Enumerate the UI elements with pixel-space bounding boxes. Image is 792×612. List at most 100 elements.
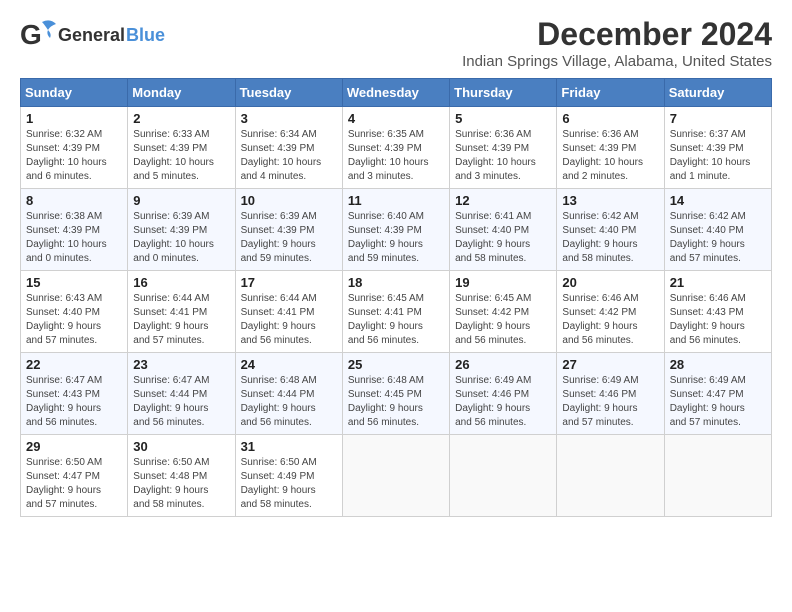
day-info: Sunrise: 6:40 AM Sunset: 4:39 PM Dayligh…: [348, 210, 444, 266]
day-info: Sunrise: 6:39 AM Sunset: 4:39 PM Dayligh…: [133, 210, 229, 266]
column-header-wednesday: Wednesday: [342, 79, 449, 107]
calendar-cell: 27 Sunrise: 6:49 AM Sunset: 4:46 PM Dayli…: [557, 353, 664, 435]
day-info: Sunrise: 6:43 AM Sunset: 4:40 PM Dayligh…: [26, 292, 122, 348]
day-number: 19: [455, 275, 551, 290]
day-info: Sunrise: 6:47 AM Sunset: 4:44 PM Dayligh…: [133, 374, 229, 430]
calendar-cell: 1Sunrise: 6:32 AM Sunset: 4:39 PM Daylig…: [21, 107, 128, 189]
day-info: Sunrise: 6:50 AM Sunset: 4:47 PM Dayligh…: [26, 456, 122, 512]
day-info: Sunrise: 6:50 AM Sunset: 4:48 PM Dayligh…: [133, 456, 229, 512]
calendar-cell: 26 Sunrise: 6:49 AM Sunset: 4:46 PM Dayli…: [450, 353, 557, 435]
day-info: Sunrise: 6:47 AM Sunset: 4:43 PM Dayligh…: [26, 374, 122, 430]
week-row-5: 29 Sunrise: 6:50 AM Sunset: 4:47 PM Dayli…: [21, 435, 772, 517]
day-info: Sunrise: 6:46 AM Sunset: 4:42 PM Dayligh…: [562, 292, 658, 348]
day-number: 28: [670, 357, 766, 372]
calendar-cell: 30Sunrise: 6:50 AM Sunset: 4:48 PM Dayli…: [128, 435, 235, 517]
calendar-cell: 31 Sunrise: 6:50 AM Sunset: 4:49 PM Dayli…: [235, 435, 342, 517]
logo-text-general: General: [58, 25, 125, 46]
day-number: 16: [133, 275, 229, 290]
day-info: Sunrise: 6:42 AM Sunset: 4:40 PM Dayligh…: [670, 210, 766, 266]
day-info: Sunrise: 6:48 AM Sunset: 4:44 PM Dayligh…: [241, 374, 337, 430]
logo: G General Blue: [20, 16, 165, 54]
day-number: 6: [562, 111, 658, 126]
day-number: 22: [26, 357, 122, 372]
day-number: 10: [241, 193, 337, 208]
day-info: Sunrise: 6:34 AM Sunset: 4:39 PM Dayligh…: [241, 128, 337, 184]
svg-text:G: G: [20, 19, 42, 50]
calendar-cell: 14Sunrise: 6:42 AM Sunset: 4:40 PM Dayli…: [664, 189, 771, 271]
day-number: 31: [241, 439, 337, 454]
day-number: 20: [562, 275, 658, 290]
calendar-cell: 21 Sunrise: 6:46 AM Sunset: 4:43 PM Dayli…: [664, 271, 771, 353]
day-number: 25: [348, 357, 444, 372]
calendar-cell: [664, 435, 771, 517]
column-header-thursday: Thursday: [450, 79, 557, 107]
column-header-saturday: Saturday: [664, 79, 771, 107]
calendar-cell: 17 Sunrise: 6:44 AM Sunset: 4:41 PM Dayli…: [235, 271, 342, 353]
calendar-cell: 11 Sunrise: 6:40 AM Sunset: 4:39 PM Dayli…: [342, 189, 449, 271]
day-info: Sunrise: 6:38 AM Sunset: 4:39 PM Dayligh…: [26, 210, 122, 266]
day-info: Sunrise: 6:44 AM Sunset: 4:41 PM Dayligh…: [133, 292, 229, 348]
calendar-cell: 9 Sunrise: 6:39 AM Sunset: 4:39 PM Daylig…: [128, 189, 235, 271]
day-info: Sunrise: 6:36 AM Sunset: 4:39 PM Dayligh…: [562, 128, 658, 184]
day-number: 29: [26, 439, 122, 454]
day-info: Sunrise: 6:49 AM Sunset: 4:46 PM Dayligh…: [455, 374, 551, 430]
day-number: 13: [562, 193, 658, 208]
day-number: 27: [562, 357, 658, 372]
calendar-cell: 29 Sunrise: 6:50 AM Sunset: 4:47 PM Dayli…: [21, 435, 128, 517]
calendar-cell: 22 Sunrise: 6:47 AM Sunset: 4:43 PM Dayli…: [21, 353, 128, 435]
day-number: 18: [348, 275, 444, 290]
column-header-sunday: Sunday: [21, 79, 128, 107]
calendar-cell: 13 Sunrise: 6:42 AM Sunset: 4:40 PM Dayli…: [557, 189, 664, 271]
calendar-cell: 28 Sunrise: 6:49 AM Sunset: 4:47 PM Dayli…: [664, 353, 771, 435]
logo-icon: G: [20, 16, 58, 54]
calendar-cell: 20 Sunrise: 6:46 AM Sunset: 4:42 PM Dayli…: [557, 271, 664, 353]
calendar-cell: 18 Sunrise: 6:45 AM Sunset: 4:41 PM Dayli…: [342, 271, 449, 353]
calendar-cell: 15Sunrise: 6:43 AM Sunset: 4:40 PM Dayli…: [21, 271, 128, 353]
day-number: 11: [348, 193, 444, 208]
column-header-monday: Monday: [128, 79, 235, 107]
header: G General Blue December 2024 Indian Spri…: [20, 16, 772, 70]
calendar-cell: 8Sunrise: 6:38 AM Sunset: 4:39 PM Daylig…: [21, 189, 128, 271]
day-number: 3: [241, 111, 337, 126]
day-number: 24: [241, 357, 337, 372]
day-info: Sunrise: 6:49 AM Sunset: 4:47 PM Dayligh…: [670, 374, 766, 430]
calendar-cell: 12 Sunrise: 6:41 AM Sunset: 4:40 PM Dayli…: [450, 189, 557, 271]
week-row-2: 8Sunrise: 6:38 AM Sunset: 4:39 PM Daylig…: [21, 189, 772, 271]
day-number: 23: [133, 357, 229, 372]
calendar-cell: 3 Sunrise: 6:34 AM Sunset: 4:39 PM Daylig…: [235, 107, 342, 189]
calendar-cell: 2Sunrise: 6:33 AM Sunset: 4:39 PM Daylig…: [128, 107, 235, 189]
day-number: 21: [670, 275, 766, 290]
calendar-cell: 19Sunrise: 6:45 AM Sunset: 4:42 PM Dayli…: [450, 271, 557, 353]
day-number: 2: [133, 111, 229, 126]
day-info: Sunrise: 6:50 AM Sunset: 4:49 PM Dayligh…: [241, 456, 337, 512]
day-info: Sunrise: 6:41 AM Sunset: 4:40 PM Dayligh…: [455, 210, 551, 266]
day-info: Sunrise: 6:45 AM Sunset: 4:41 PM Dayligh…: [348, 292, 444, 348]
day-info: Sunrise: 6:49 AM Sunset: 4:46 PM Dayligh…: [562, 374, 658, 430]
calendar-cell: 4Sunrise: 6:35 AM Sunset: 4:39 PM Daylig…: [342, 107, 449, 189]
calendar-cell: 5Sunrise: 6:36 AM Sunset: 4:39 PM Daylig…: [450, 107, 557, 189]
day-info: Sunrise: 6:37 AM Sunset: 4:39 PM Dayligh…: [670, 128, 766, 184]
calendar-cell: 25Sunrise: 6:48 AM Sunset: 4:45 PM Dayli…: [342, 353, 449, 435]
calendar-cell: 7Sunrise: 6:37 AM Sunset: 4:39 PM Daylig…: [664, 107, 771, 189]
day-number: 9: [133, 193, 229, 208]
day-info: Sunrise: 6:46 AM Sunset: 4:43 PM Dayligh…: [670, 292, 766, 348]
column-header-friday: Friday: [557, 79, 664, 107]
day-number: 1: [26, 111, 122, 126]
calendar-cell: [450, 435, 557, 517]
week-row-4: 22 Sunrise: 6:47 AM Sunset: 4:43 PM Dayli…: [21, 353, 772, 435]
day-number: 17: [241, 275, 337, 290]
calendar-header-row: SundayMondayTuesdayWednesdayThursdayFrid…: [21, 79, 772, 107]
calendar-cell: 6 Sunrise: 6:36 AM Sunset: 4:39 PM Daylig…: [557, 107, 664, 189]
calendar-cell: [342, 435, 449, 517]
week-row-1: 1Sunrise: 6:32 AM Sunset: 4:39 PM Daylig…: [21, 107, 772, 189]
title-section: December 2024 Indian Springs Village, Al…: [462, 16, 772, 70]
day-info: Sunrise: 6:42 AM Sunset: 4:40 PM Dayligh…: [562, 210, 658, 266]
day-info: Sunrise: 6:35 AM Sunset: 4:39 PM Dayligh…: [348, 128, 444, 184]
page-title: December 2024: [462, 16, 772, 53]
calendar-table: SundayMondayTuesdayWednesdayThursdayFrid…: [20, 78, 772, 517]
day-number: 26: [455, 357, 551, 372]
day-info: Sunrise: 6:44 AM Sunset: 4:41 PM Dayligh…: [241, 292, 337, 348]
day-info: Sunrise: 6:36 AM Sunset: 4:39 PM Dayligh…: [455, 128, 551, 184]
page-subtitle: Indian Springs Village, Alabama, United …: [462, 53, 772, 70]
day-number: 12: [455, 193, 551, 208]
